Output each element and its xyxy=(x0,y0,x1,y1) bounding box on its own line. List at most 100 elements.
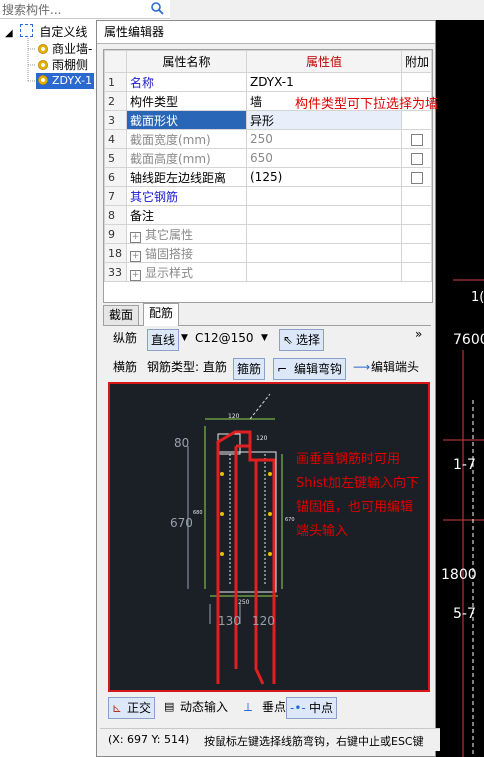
extra-checkbox[interactable] xyxy=(410,133,423,146)
midpoint-icon: -•- xyxy=(290,701,306,715)
midpoint-button[interactable]: -•- 中点 xyxy=(286,697,338,719)
extra-cell xyxy=(401,262,432,282)
perpendicular-icon: ⟂ xyxy=(244,700,253,714)
longitudinal-label: 纵筋 xyxy=(113,331,138,345)
property-row-section-shape[interactable]: 3 截面形状 异形 xyxy=(104,110,432,130)
search-input[interactable]: 搜索构件... xyxy=(2,1,61,18)
tree-item-1[interactable]: 商业墙- xyxy=(38,41,92,57)
extra-cell xyxy=(401,186,432,206)
property-name: 显示样式 xyxy=(145,265,194,280)
row-number: 8 xyxy=(104,205,127,225)
tab-rebar[interactable]: 配筋 xyxy=(143,303,180,326)
extra-cell xyxy=(401,243,432,263)
edit-end-button[interactable]: ⟶ 编辑端头 xyxy=(351,356,419,378)
expand-icon[interactable]: + xyxy=(130,250,141,262)
edit-hook-label: 编辑弯钩 xyxy=(294,362,343,376)
property-row-height[interactable]: 5 截面高度(mm) 650 xyxy=(104,148,432,168)
tab-section[interactable]: 截面 xyxy=(103,305,140,325)
search-field[interactable]: 搜索构件... xyxy=(0,0,170,19)
more-icon[interactable]: » xyxy=(415,323,422,345)
dim-label: 120 xyxy=(228,413,240,420)
perpendicular-button[interactable]: ⟂ 垂点 xyxy=(242,696,286,718)
property-row-display-style[interactable]: 33 + 显示样式 xyxy=(104,262,432,282)
property-name: 截面形状 xyxy=(126,110,247,130)
property-name: 名称 xyxy=(126,72,247,92)
snap-toolbar: ⊾ 正交 ▤ 动态输入 ⟂ 垂点 -•- 中点 xyxy=(106,696,436,720)
tree-item-label: 雨棚侧 xyxy=(52,58,89,72)
tree-item-2[interactable]: 雨棚侧 xyxy=(38,57,88,73)
header-extra: 附加 xyxy=(401,50,432,73)
extra-checkbox[interactable] xyxy=(410,152,423,165)
row-number: 5 xyxy=(104,148,127,168)
annotation-component-type: 构件类型可下拉选择为墙 xyxy=(295,97,439,112)
dim-label: 250 xyxy=(238,599,250,606)
tree-item-label: 商业墙- xyxy=(52,42,93,56)
ortho-icon: ⊾ xyxy=(112,701,123,715)
dynamic-input-button[interactable]: ▤ 动态输入 xyxy=(162,696,228,718)
property-name: 其它钢筋 xyxy=(126,186,247,206)
spec-dropdown-icon[interactable]: ▼ xyxy=(261,327,268,349)
header-num xyxy=(104,50,127,73)
property-row-other-rebar[interactable]: 7 其它钢筋 xyxy=(104,186,432,206)
row-number: 3 xyxy=(104,110,127,130)
cad-toolbar xyxy=(170,0,484,21)
dim-label: 80 xyxy=(174,436,190,450)
property-value[interactable] xyxy=(246,205,402,225)
stirrup-button[interactable]: 箍筋 xyxy=(233,358,266,380)
tree-item-selected[interactable]: ZDYX-1 xyxy=(36,73,95,89)
transverse-label: 横筋 xyxy=(113,360,138,374)
row-number: 33 xyxy=(104,262,127,282)
extra-cell xyxy=(401,224,432,244)
longitudinal-toolbar: 纵筋 直线 ▼ C12@150 ▼ ⇖ 选择 » xyxy=(103,327,431,353)
search-icon[interactable] xyxy=(150,1,164,15)
edit-hook-icon: ⌐ xyxy=(277,362,288,376)
property-row-axis-offset[interactable]: 6 轴线距左边线距离 (125) xyxy=(104,167,432,187)
property-value[interactable] xyxy=(246,186,402,206)
expand-icon[interactable]: + xyxy=(130,231,141,243)
property-value[interactable]: ZDYX-1 xyxy=(246,72,402,92)
perpendicular-label: 垂点 xyxy=(262,700,287,714)
dim-label: 120 xyxy=(252,614,275,628)
mode-dropdown-icon[interactable]: ▼ xyxy=(181,327,188,349)
expand-icon[interactable]: + xyxy=(130,269,141,281)
rebar-spec-field[interactable]: C12@150 xyxy=(195,327,254,349)
property-row-name[interactable]: 1 名称 ZDYX-1 xyxy=(104,72,432,92)
edit-hook-button[interactable]: ⌐ 编辑弯钩 xyxy=(273,358,347,380)
editor-title-bar[interactable]: 属性编辑器 xyxy=(97,21,435,44)
row-number: 4 xyxy=(104,129,127,149)
extra-checkbox[interactable] xyxy=(410,171,423,184)
row-number: 7 xyxy=(104,186,127,206)
property-name: 备注 xyxy=(126,205,247,225)
line-mode-button[interactable]: 直线 xyxy=(147,329,180,351)
row-number: 18 xyxy=(104,243,127,263)
property-value[interactable]: (125) xyxy=(246,167,402,187)
tree-lines xyxy=(27,38,36,82)
extra-cell xyxy=(401,205,432,225)
property-name: 轴线距左边线距离 xyxy=(126,167,247,187)
property-value[interactable]: 250 xyxy=(246,129,402,149)
property-value[interactable]: 650 xyxy=(246,148,402,168)
cad-label-5: 5-7 xyxy=(453,606,476,622)
property-row-anchorage[interactable]: 18 + 锚固搭接 xyxy=(104,243,432,263)
property-name: 其它属性 xyxy=(145,227,194,242)
dim-label: 680 xyxy=(193,510,203,516)
property-value[interactable]: 异形 xyxy=(246,110,402,130)
select-button[interactable]: ⇖ 选择 xyxy=(279,329,325,351)
cad-label-2: 7600 xyxy=(453,332,484,348)
tree-root-label: 自定义线 xyxy=(39,25,88,39)
header-value: 属性值 xyxy=(246,50,402,73)
ortho-button[interactable]: ⊾ 正交 xyxy=(108,697,156,719)
property-name: 截面高度(mm) xyxy=(126,148,247,168)
cad-label-4: 1800 xyxy=(441,567,477,583)
edit-end-label: 编辑端头 xyxy=(371,360,420,374)
property-row-other-props[interactable]: 9 + 其它属性 xyxy=(104,224,432,244)
dynamic-input-icon: ▤ xyxy=(164,700,175,713)
status-bar: (X: 697 Y: 514) 按鼠标左键选择线筋弯钩，右键中止或ESC键 xyxy=(100,728,440,751)
select-label: 选择 xyxy=(296,333,321,347)
property-row-width[interactable]: 4 截面宽度(mm) 250 xyxy=(104,129,432,149)
row-number: 9 xyxy=(104,224,127,244)
property-row-remark[interactable]: 8 备注 xyxy=(104,205,432,225)
annotation-vertical-rebar: 画垂直钢筋时可用 Shist加左键输入向下 锚固值，也可用编辑 端头输入 xyxy=(296,452,419,539)
editor-title: 属性编辑器 xyxy=(104,25,165,39)
cad-drawing-area[interactable]: 1( 7600 1-7 1800 5-7 xyxy=(433,20,484,757)
